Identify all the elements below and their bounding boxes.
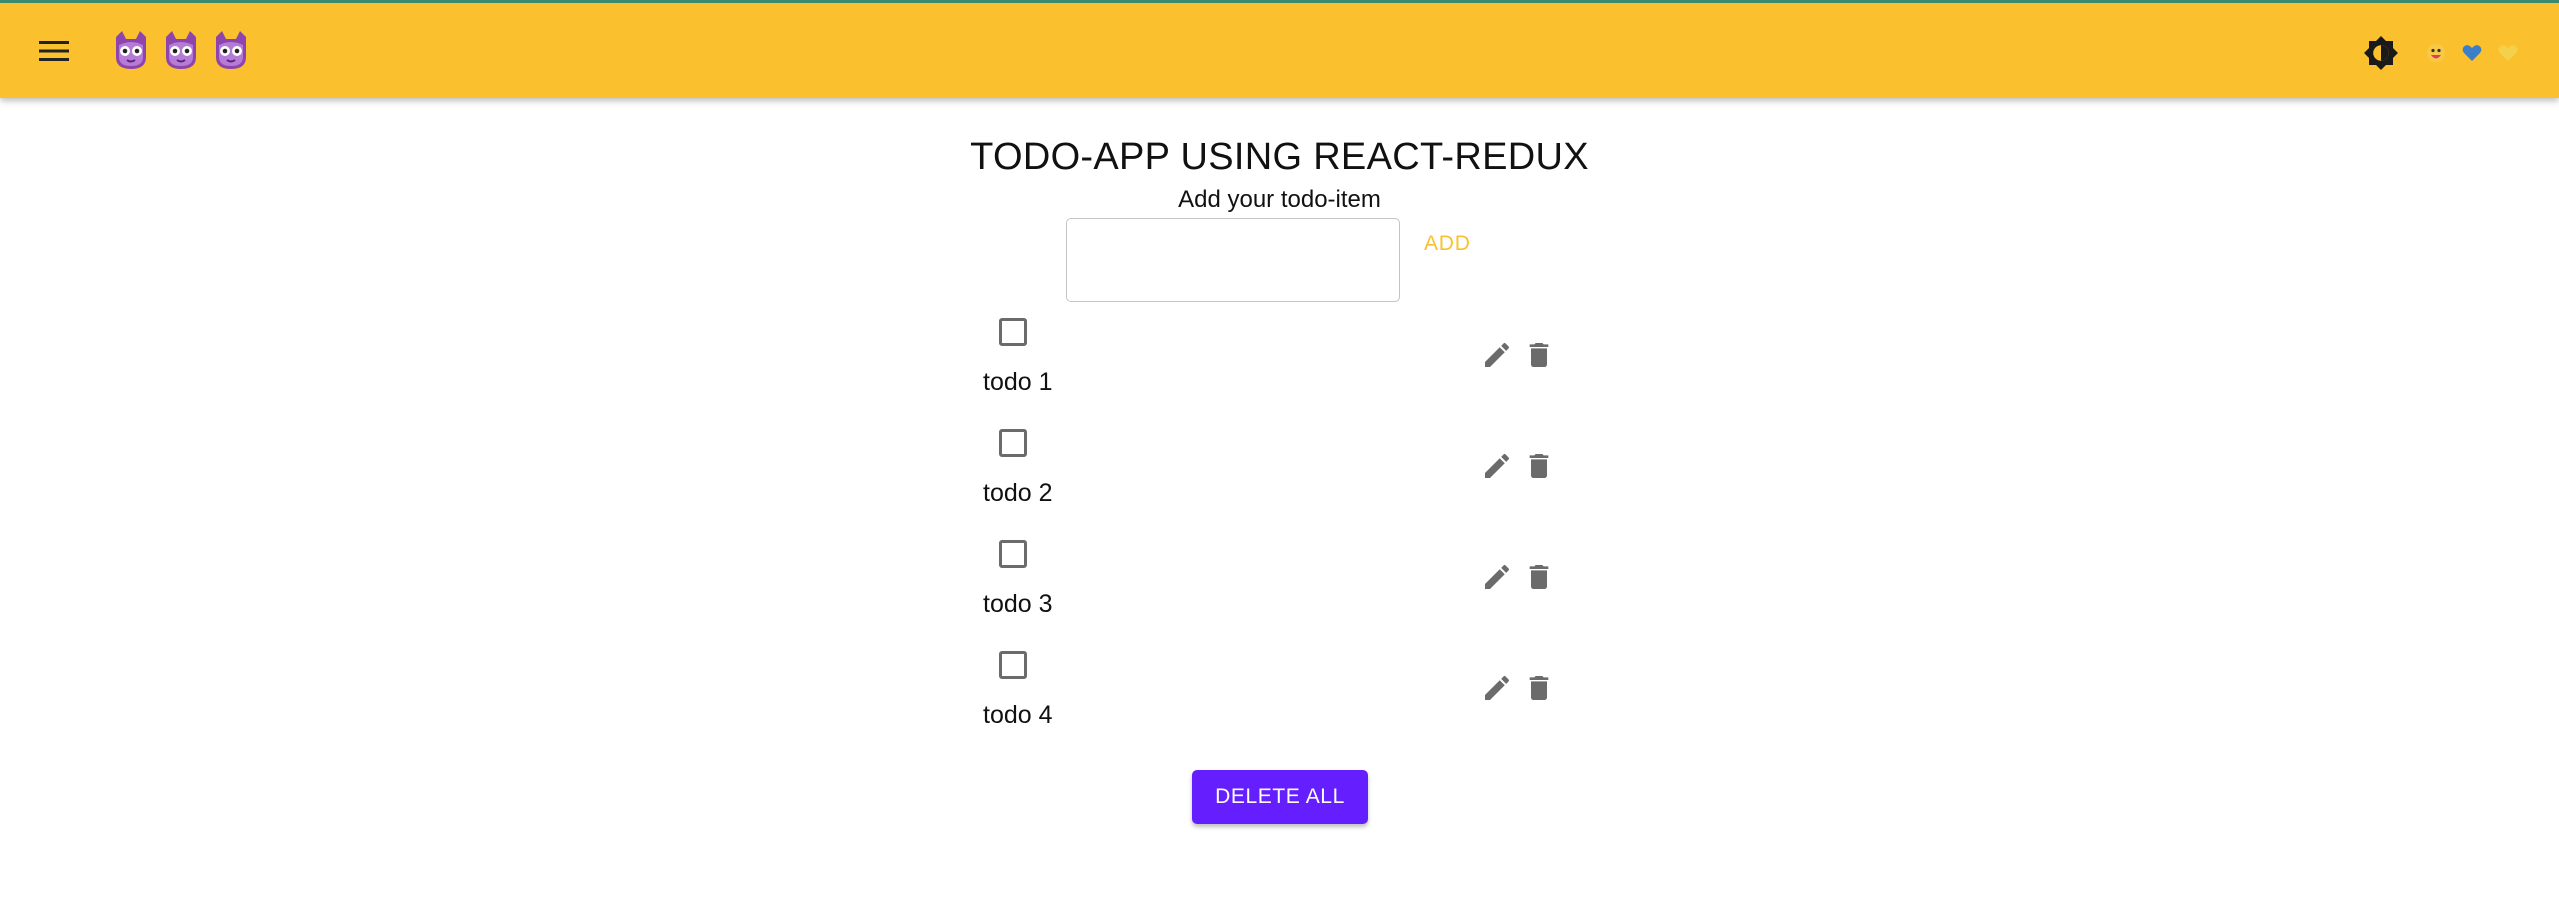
todo-label: todo 1 [983, 368, 1053, 396]
todo-item-4: todo 4 [980, 645, 1560, 753]
theme-toggle-button[interactable] [2359, 31, 2403, 75]
heart-emoji-icon[interactable] [2425, 42, 2447, 64]
todo-item-2: todo 2 [980, 423, 1560, 531]
cat-avatar-icon[interactable] [212, 29, 250, 71]
hearts-group [2425, 42, 2519, 64]
cat-avatar-icon[interactable] [112, 29, 150, 71]
edit-button[interactable] [1478, 669, 1516, 707]
pencil-icon [1485, 453, 1510, 478]
trash-icon [1529, 343, 1549, 367]
trash-icon [1529, 676, 1549, 700]
todo-checkbox[interactable] [999, 318, 1027, 346]
todo-checkbox[interactable] [999, 540, 1027, 568]
delete-all-button[interactable]: DELETE ALL [1192, 770, 1368, 824]
todo-label: todo 2 [983, 479, 1053, 507]
trash-icon [1529, 454, 1549, 478]
yellow-heart-icon[interactable] [2497, 42, 2519, 64]
page-title: TODO-APP USING REACT-REDUX [970, 136, 1589, 178]
edit-button[interactable] [1478, 336, 1516, 374]
pencil-icon [1485, 675, 1510, 700]
edit-button[interactable] [1478, 447, 1516, 485]
todo-item-3: todo 3 [980, 534, 1560, 642]
add-button[interactable]: ADD [1412, 226, 1483, 262]
delete-button[interactable] [1520, 558, 1558, 596]
todo-input[interactable] [1066, 218, 1400, 302]
delete-button[interactable] [1520, 669, 1558, 707]
cat-avatar-icon[interactable] [162, 29, 200, 71]
todo-label: todo 3 [983, 590, 1053, 618]
input-label: Add your todo-item [1178, 186, 1381, 213]
todo-label: todo 4 [983, 701, 1053, 729]
blue-heart-icon[interactable] [2461, 42, 2483, 64]
delete-button[interactable] [1520, 336, 1558, 374]
todo-checkbox[interactable] [999, 651, 1027, 679]
menu-button[interactable] [30, 29, 78, 73]
delete-button[interactable] [1520, 447, 1558, 485]
menu-icon [39, 41, 69, 61]
todo-item-1: todo 1 [980, 312, 1560, 420]
avatar-group [112, 29, 250, 71]
trash-icon [1529, 565, 1549, 589]
edit-button[interactable] [1478, 558, 1516, 596]
app-bar [0, 0, 2559, 98]
todo-checkbox[interactable] [999, 429, 1027, 457]
pencil-icon [1485, 564, 1510, 589]
appbar-right-tools [2359, 31, 2519, 75]
brightness-icon [2364, 36, 2398, 70]
pencil-icon [1485, 342, 1510, 367]
